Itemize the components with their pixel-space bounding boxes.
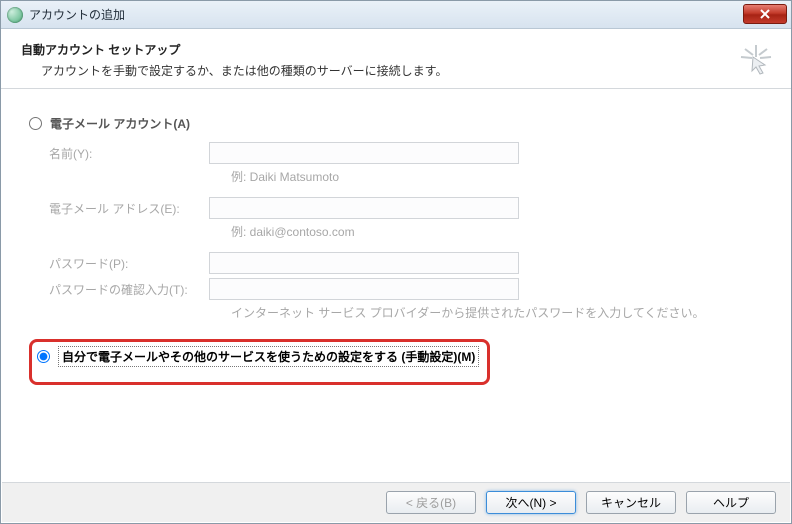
option-email-account[interactable]: 電子メール アカウント(A) [29, 115, 763, 132]
field-password-confirm: パスワードの確認入力(T): [49, 278, 763, 300]
label-email: 電子メール アドレス(E): [49, 200, 209, 217]
next-button[interactable]: 次へ(N) > [486, 491, 576, 514]
label-manual-setup[interactable]: 自分で電子メールやその他のサービスを使うための設定をする (手動設定)(M) [62, 350, 475, 364]
field-password: パスワード(P): [49, 252, 763, 274]
label-name: 名前(Y): [49, 145, 209, 162]
wizard-content: 電子メール アカウント(A) 名前(Y): 例: Daiki Matsumoto… [1, 89, 791, 481]
radio-email-account[interactable] [29, 117, 42, 130]
dialog-window: アカウントの追加 自動アカウント セットアップ アカウントを手動で設定するか、ま… [0, 0, 792, 524]
wizard-description: アカウントを手動で設定するか、または他の種類のサーバーに接続します。 [21, 62, 771, 79]
input-name [209, 142, 519, 164]
cursor-asterisk-icon [739, 43, 773, 77]
field-email: 電子メール アドレス(E): [49, 197, 763, 219]
window-title: アカウントの追加 [29, 6, 125, 23]
back-button: < 戻る(B) [386, 491, 476, 514]
example-email: 例: daiki@contoso.com [231, 223, 763, 240]
cancel-button[interactable]: キャンセル [586, 491, 676, 514]
wizard-buttons: < 戻る(B) 次へ(N) > キャンセル ヘルプ [2, 482, 790, 522]
example-name: 例: Daiki Matsumoto [231, 168, 763, 185]
option-manual-setup[interactable]: 自分で電子メールやその他のサービスを使うための設定をする (手動設定)(M) [37, 346, 479, 367]
close-button[interactable] [743, 4, 787, 24]
label-email-account[interactable]: 電子メール アカウント(A) [50, 115, 190, 132]
label-password-confirm: パスワードの確認入力(T): [49, 281, 209, 298]
field-name: 名前(Y): [49, 142, 763, 164]
input-password-confirm [209, 278, 519, 300]
password-hint: インターネット サービス プロバイダーから提供されたパスワードを入力してください… [231, 304, 763, 321]
label-password: パスワード(P): [49, 255, 209, 272]
wizard-header: 自動アカウント セットアップ アカウントを手動で設定するか、または他の種類のサー… [1, 29, 791, 89]
email-form: 名前(Y): 例: Daiki Matsumoto 電子メール アドレス(E):… [49, 142, 763, 321]
input-password [209, 252, 519, 274]
titlebar: アカウントの追加 [1, 1, 791, 29]
app-icon [7, 7, 23, 23]
close-icon [759, 9, 771, 19]
input-email [209, 197, 519, 219]
radio-manual-setup[interactable] [37, 350, 50, 363]
option-manual-highlight: 自分で電子メールやその他のサービスを使うための設定をする (手動設定)(M) [29, 339, 490, 385]
wizard-title: 自動アカウント セットアップ [21, 41, 771, 58]
help-button[interactable]: ヘルプ [686, 491, 776, 514]
